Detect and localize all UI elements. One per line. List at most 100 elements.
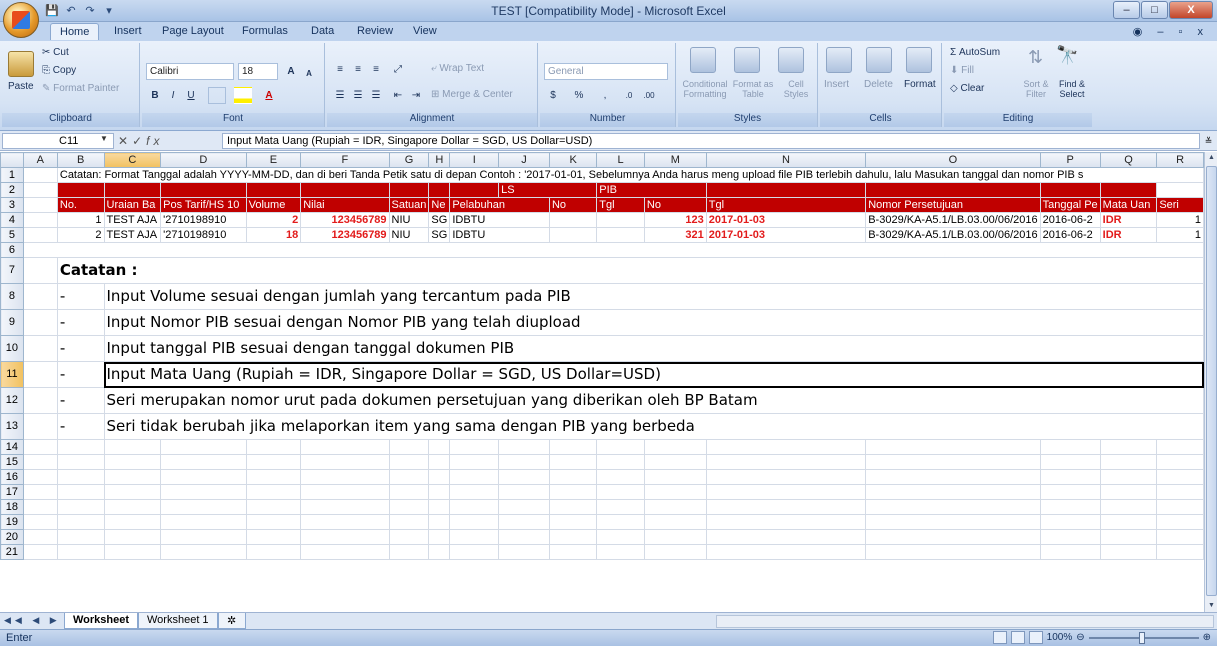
cell[interactable] [388,514,430,530]
cell[interactable] [22,361,58,388]
row-header[interactable]: 16 [0,469,24,485]
column-header-e[interactable]: E [245,152,302,168]
cell[interactable] [388,544,430,560]
cell[interactable] [300,544,390,560]
cell[interactable] [498,484,550,500]
cell[interactable] [22,182,58,198]
row-header[interactable]: 12 [0,387,24,414]
catatan-title[interactable]: Catatan : [56,257,1204,284]
cell[interactable] [1039,469,1101,485]
cell[interactable] [705,469,867,485]
cell[interactable] [300,484,390,500]
cell[interactable] [22,469,58,485]
cell[interactable] [498,529,550,545]
cell[interactable] [865,469,1041,485]
cell[interactable] [428,514,451,530]
cell[interactable] [103,439,162,455]
tab-data[interactable]: Data [311,25,334,37]
row-header[interactable]: 10 [0,335,24,362]
increase-decimal-icon[interactable]: .0 [620,87,638,104]
cell[interactable] [56,514,105,530]
cell[interactable] [1039,514,1101,530]
maximize-button[interactable]: □ [1141,1,1168,19]
cell[interactable] [245,499,302,515]
header-cell[interactable]: Nomor Persetujuan [865,197,1041,213]
column-header-r[interactable]: R [1156,152,1204,168]
cell[interactable] [22,387,58,414]
note-dash[interactable]: - [56,361,105,388]
cell[interactable] [705,499,867,515]
cell[interactable] [643,514,707,530]
header-cell[interactable]: Nilai [300,197,390,213]
insert-function-button[interactable]: fx [146,134,163,148]
cell[interactable] [596,514,645,530]
cell[interactable] [1156,544,1204,560]
increase-indent-icon[interactable]: ⇥ [407,87,425,104]
header-cell[interactable]: Pos Tarif/HS 10 [160,197,247,213]
cell[interactable] [1099,499,1158,515]
sheet-tab-worksheet[interactable]: Worksheet [64,613,139,629]
cell[interactable] [1156,529,1204,545]
cell[interactable] [643,544,707,560]
cell[interactable] [22,413,58,440]
column-header-b[interactable]: B [56,152,105,168]
cell[interactable] [865,499,1041,515]
align-middle-icon[interactable]: ≡ [349,61,367,78]
merge-center-button[interactable]: ⊞ Merge & Center [431,89,513,100]
cell[interactable] [56,544,105,560]
cell[interactable] [22,212,58,228]
cell[interactable] [300,439,390,455]
tab-insert[interactable]: Insert [114,25,142,37]
cell[interactable] [643,469,707,485]
row-header[interactable]: 15 [0,454,24,470]
cell[interactable] [22,484,58,500]
tab-view[interactable]: View [413,25,437,37]
column-header-o[interactable]: O [865,152,1041,168]
cell[interactable] [22,529,58,545]
conditional-formatting-button[interactable]: Conditional Formatting [680,79,730,99]
header-cell[interactable]: No [548,197,598,213]
cell[interactable] [103,514,162,530]
horizontal-scrollbar[interactable] [716,615,1214,628]
row-header[interactable]: 21 [0,544,24,560]
format-as-table-button[interactable]: Format as Table [730,79,776,99]
cell[interactable] [22,283,58,310]
header-cell[interactable]: Mata Uan [1099,197,1158,213]
cell[interactable]: 2016-06-2 [1039,227,1101,243]
cell[interactable] [428,544,451,560]
cell[interactable] [498,499,550,515]
cell[interactable] [449,484,500,500]
column-header-c[interactable]: C [103,152,162,168]
cell[interactable] [160,182,247,198]
active-cell-c11[interactable]: Input Mata Uang (Rupiah = IDR, Singapore… [103,361,1204,388]
cell[interactable] [22,227,58,243]
cell[interactable] [103,499,162,515]
note-text[interactable]: Input tanggal PIB sesuai dengan tanggal … [103,335,1204,362]
column-header-l[interactable]: L [596,152,645,168]
cell[interactable] [388,499,430,515]
cell[interactable] [1156,484,1204,500]
conditional-formatting-icon[interactable] [690,47,716,73]
sort-filter-button[interactable]: Sort & Filter [1018,79,1054,99]
cell[interactable] [548,484,598,500]
cell[interactable] [1039,484,1101,500]
format-button[interactable]: Format [904,79,936,90]
cell[interactable] [1156,439,1204,455]
cell[interactable] [1099,469,1158,485]
cell[interactable] [548,469,598,485]
cell[interactable] [22,197,58,213]
column-header-k[interactable]: K [548,152,598,168]
cell[interactable]: B-3029/KA-A5.1/LB.03.00/06/2016 [865,227,1041,243]
note-dash[interactable]: - [56,283,105,310]
font-name-select[interactable]: Calibri [146,63,234,80]
font-color-button[interactable]: A [260,87,278,104]
borders-icon[interactable] [208,87,226,104]
cell[interactable] [705,454,867,470]
cell[interactable] [428,484,451,500]
cell[interactable]: TEST AJA [103,227,162,243]
cell-styles-icon[interactable] [778,47,804,73]
cell[interactable]: IDR [1099,212,1158,228]
shrink-font-button[interactable]: A [300,65,318,82]
cell[interactable] [596,439,645,455]
row-header[interactable]: 19 [0,514,24,530]
